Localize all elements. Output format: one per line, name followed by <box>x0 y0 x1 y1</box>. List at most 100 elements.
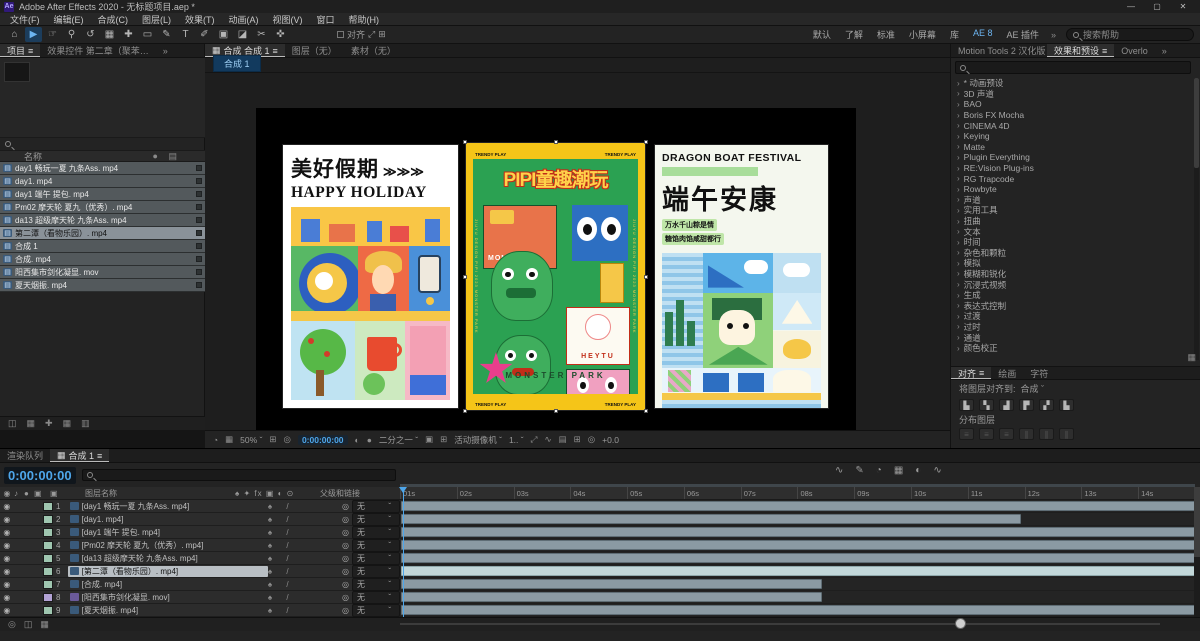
menu-item[interactable]: 帮助(H) <box>343 13 386 26</box>
distribute-bottom-button[interactable]: ≡ <box>999 428 1014 440</box>
file-label-chip[interactable] <box>196 230 202 236</box>
tab-timeline-comp[interactable]: ▦ 合成 1 ≡ <box>50 449 110 462</box>
chevron-right-icon[interactable]: › <box>957 280 960 289</box>
menu-item[interactable]: 文件(F) <box>4 13 46 26</box>
selection-handle[interactable] <box>553 140 558 144</box>
layer-duration-bar[interactable] <box>401 501 1196 511</box>
mask-visibility-icon[interactable]: ◎ <box>284 434 291 445</box>
effects-category-row[interactable]: › Plugin Everything <box>953 152 1191 163</box>
layer-eye-icon[interactable]: ◉ <box>0 606 14 615</box>
project-file-row[interactable]: ▤ day1 端午 提包. mp4 <box>0 188 205 201</box>
layer-label-chip[interactable] <box>42 605 53 615</box>
menu-item[interactable]: 图层(L) <box>136 13 177 26</box>
chevron-right-icon[interactable]: › <box>957 132 960 141</box>
menu-item[interactable]: 合成(C) <box>92 13 135 26</box>
chevron-right-icon[interactable]: › <box>957 248 960 257</box>
layer-row[interactable]: ◉ 7 [合成. mp4] ♠ / ◎ 无ˇ <box>0 577 401 591</box>
project-file-row[interactable]: ▤ 阳西集市剑化凝显. mov <box>0 266 205 279</box>
layer-name-column[interactable]: 图层名称 <box>85 488 235 499</box>
project-file-row[interactable]: ▤ day1. mp4 <box>0 175 205 188</box>
tab-character[interactable]: 字符 <box>1023 367 1055 379</box>
chevron-right-icon[interactable]: › <box>957 269 960 278</box>
pickwhip-icon[interactable]: ◎ <box>342 502 349 511</box>
menu-item[interactable]: 视图(V) <box>267 13 309 26</box>
align-to-select[interactable]: 合成 ˇ <box>1021 382 1045 395</box>
effects-category-row[interactable]: › 表达式控制 <box>953 300 1191 311</box>
menu-item[interactable]: 窗口 <box>311 13 341 26</box>
layer-eye-icon[interactable]: ◉ <box>0 528 14 537</box>
effects-category-row[interactable]: › 沉浸式视频 <box>953 279 1191 290</box>
toolbar-tool-icon[interactable]: T <box>177 27 194 42</box>
snap-icon-b[interactable]: ⊞ <box>378 29 386 40</box>
file-label-chip[interactable] <box>196 217 202 223</box>
align-hcenter-button[interactable]: ▚ <box>979 399 994 411</box>
layer-name[interactable]: [阳西集市剑化凝显. mov] <box>68 592 268 603</box>
layer-eye-icon[interactable]: ◉ <box>0 515 14 524</box>
file-label-chip[interactable] <box>196 269 202 275</box>
align-top-button[interactable]: ▛ <box>1019 399 1034 411</box>
layer-bar-row[interactable] <box>400 539 1196 552</box>
workspace-item[interactable]: 标准 <box>877 28 895 41</box>
graph-editor-icon[interactable]: ∿ <box>933 465 941 476</box>
effects-category-row[interactable]: › Boris FX Mocha <box>953 110 1191 121</box>
layer-name[interactable]: [day1 畅玩一夏 九条Ass. mp4] <box>68 501 268 512</box>
layer-switches[interactable]: ♠ / <box>268 528 342 537</box>
layer-row[interactable]: ◉ 5 [da13 超级摩天轮 九条Ass. mp4] ♠ / ◎ 无ˇ <box>0 551 401 565</box>
effects-category-row[interactable]: › BAO <box>953 99 1191 110</box>
tab-project[interactable]: 项目 ≡ <box>0 44 41 57</box>
pickwhip-icon[interactable]: ◎ <box>342 580 349 589</box>
chevron-right-icon[interactable]: › <box>957 121 960 130</box>
project-file-row[interactable]: ▤ day1 畅玩一夏 九条Ass. mp4 <box>0 162 205 175</box>
toolbar-tool-icon[interactable]: ▦ <box>101 27 118 42</box>
workspace-overflow-icon[interactable]: » <box>1051 30 1056 40</box>
pickwhip-icon[interactable]: ◎ <box>342 515 349 524</box>
toolbar-tool-icon[interactable]: ⌂ <box>6 27 23 42</box>
tab-effect-controls[interactable]: 效果控件 第二章（聚苯… <box>40 44 156 57</box>
toolbar-tool-icon[interactable]: ✂ <box>253 27 270 42</box>
selection-handle[interactable] <box>553 409 558 413</box>
effects-category-row[interactable]: › 实用工具 <box>953 205 1191 216</box>
effects-category-row[interactable]: › 文本 <box>953 226 1191 237</box>
snap-option[interactable]: 对齐 ⤢ ⊞ <box>337 28 386 41</box>
layer-label-chip[interactable] <box>42 566 53 576</box>
pickwhip-icon[interactable]: ◎ <box>342 567 349 576</box>
layer-parent[interactable]: ◎ 无ˇ <box>342 499 401 513</box>
effects-category-row[interactable]: › 颜色校正 <box>953 343 1191 354</box>
toolbar-tool-icon[interactable]: ⚲ <box>63 27 80 42</box>
workspace-item[interactable]: 默认 <box>813 28 831 41</box>
tab-align[interactable]: 对齐 ≡ <box>951 367 992 379</box>
chevron-right-icon[interactable]: › <box>957 312 960 321</box>
project-file-row[interactable]: ▤ 合成. mp4 <box>0 253 205 266</box>
layer-name[interactable]: [Pm02 摩天轮 夏九（优秀）. mp4] <box>68 540 268 551</box>
expand-switches-toggle-icon[interactable]: ◎ <box>8 619 16 630</box>
thumbnail-view-icon[interactable]: ▦ <box>27 418 36 429</box>
align-right-button[interactable]: ▟ <box>999 399 1014 411</box>
workspace-item[interactable]: 了解 <box>845 28 863 41</box>
layer-eye-icon[interactable]: ◉ <box>0 593 14 602</box>
list-view-icon[interactable]: ◫ <box>8 418 17 429</box>
project-file-row[interactable]: ▤ 合成 1 <box>0 240 205 253</box>
chevron-right-icon[interactable]: › <box>957 142 960 151</box>
layer-parent[interactable]: ◎ 无ˇ <box>342 525 401 539</box>
workspace-item[interactable]: AE 8 <box>973 28 993 41</box>
layer-switches[interactable]: ♠ / <box>268 554 342 563</box>
maximize-button[interactable]: ▢ <box>1144 2 1170 11</box>
motion-blur-icon[interactable]: ◐ <box>915 465 921 476</box>
tab-overflow-icon[interactable]: » <box>1155 44 1174 57</box>
effects-category-row[interactable]: › 过时 <box>953 322 1191 333</box>
toolbar-tool-icon[interactable]: ▶ <box>25 27 42 42</box>
layer-name[interactable]: [第二潭（看物乐园）. mp4] <box>67 565 268 577</box>
frame-blend-icon[interactable]: ▦ <box>894 465 903 476</box>
layer-duration-bar[interactable] <box>401 514 1022 524</box>
chevron-right-icon[interactable]: › <box>957 333 960 342</box>
chevron-right-icon[interactable]: › <box>957 227 960 236</box>
layer-duration-bar[interactable] <box>401 605 1196 615</box>
layer-switches[interactable]: ♠ / <box>268 606 342 615</box>
timeline-search-input[interactable] <box>81 469 396 481</box>
layer-row[interactable]: ◉ 8 [阳西集市剑化凝显. mov] ♠ / ◎ 无ˇ <box>0 590 401 604</box>
snap-checkbox[interactable] <box>337 31 344 38</box>
selection-handle[interactable] <box>463 274 467 279</box>
layer-name[interactable]: [day1 端午 提包. mp4] <box>68 527 268 538</box>
layer-switches[interactable]: ♠ / <box>268 541 342 550</box>
menu-item[interactable]: 效果(T) <box>179 13 221 26</box>
